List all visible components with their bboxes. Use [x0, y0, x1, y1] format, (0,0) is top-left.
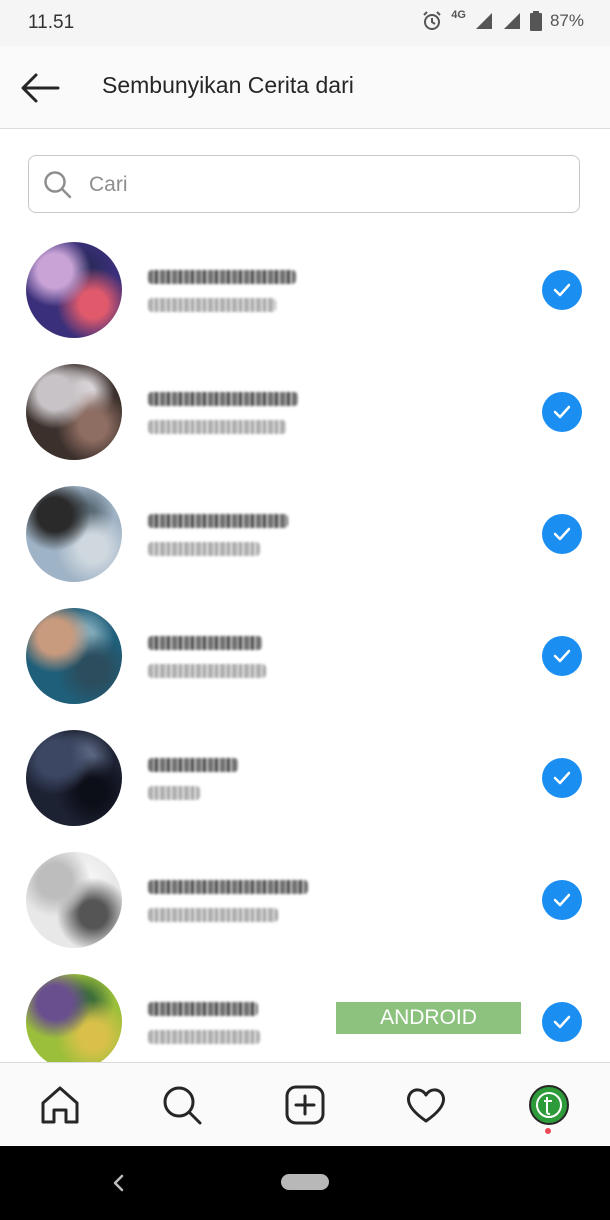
- account-avatar: [26, 852, 122, 948]
- account-row[interactable]: [0, 472, 610, 594]
- nav-new-post[interactable]: [281, 1081, 329, 1129]
- account-username-blurred: [148, 270, 296, 284]
- account-avatar: [26, 486, 122, 582]
- nav-home[interactable]: [36, 1081, 84, 1129]
- selected-checkbox[interactable]: [542, 636, 582, 676]
- new-post-icon: [285, 1085, 325, 1125]
- nav-activity[interactable]: [402, 1081, 450, 1129]
- account-username-blurred: [148, 514, 288, 528]
- account-username-blurred: [148, 636, 262, 650]
- search-input[interactable]: [87, 166, 571, 204]
- account-avatar: [26, 730, 122, 826]
- profile-avatar: [529, 1085, 569, 1125]
- account-avatar: [26, 242, 122, 338]
- checkmark-icon: [553, 405, 571, 419]
- status-bar: 11.51 4G 87%: [0, 0, 610, 46]
- account-row[interactable]: [0, 594, 610, 716]
- system-back-button[interactable]: [104, 1166, 132, 1200]
- search-icon: [163, 1086, 202, 1125]
- account-username-blurred: [148, 880, 308, 894]
- checkmark-icon: [553, 527, 571, 541]
- selected-checkbox[interactable]: [542, 880, 582, 920]
- page-title: Sembunyikan Cerita dari: [102, 72, 354, 98]
- signal-icon: [475, 13, 492, 29]
- account-username-blurred: [148, 758, 238, 772]
- account-avatar: [26, 974, 122, 1062]
- account-fullname-blurred: [148, 908, 278, 922]
- checkmark-icon: [553, 1015, 571, 1029]
- battery-percent: 87%: [549, 11, 584, 30]
- selected-checkbox[interactable]: [542, 514, 582, 554]
- bottom-nav: [0, 1062, 610, 1147]
- checkmark-icon: [553, 771, 571, 785]
- notification-dot: [545, 1128, 551, 1134]
- watermark: ANDROID HEBAT.COM: [336, 1002, 521, 1061]
- search-icon: [44, 171, 72, 199]
- account-row[interactable]: [0, 716, 610, 838]
- account-username-blurred: [148, 392, 298, 406]
- profile-logo-icon: [536, 1092, 562, 1118]
- nav-profile[interactable]: [525, 1081, 573, 1129]
- status-icons: 4G 87%: [421, 9, 584, 32]
- selected-checkbox[interactable]: [542, 270, 582, 310]
- status-time: 11.51: [28, 12, 75, 33]
- account-fullname-blurred: [148, 420, 286, 434]
- checkmark-icon: [553, 893, 571, 907]
- arrow-left-icon: [21, 73, 60, 103]
- system-nav-bar: [0, 1146, 610, 1220]
- system-home-pill[interactable]: [281, 1174, 329, 1190]
- account-row[interactable]: [0, 228, 610, 350]
- search-box[interactable]: [28, 155, 580, 213]
- network-type-label: 4G: [451, 9, 466, 21]
- account-row[interactable]: [0, 838, 610, 960]
- selected-checkbox[interactable]: [542, 1002, 582, 1042]
- account-row[interactable]: [0, 350, 610, 472]
- selected-checkbox[interactable]: [542, 392, 582, 432]
- chevron-left-icon: [113, 1174, 124, 1192]
- account-username-blurred: [148, 1002, 258, 1016]
- account-fullname-blurred: [148, 786, 200, 800]
- account-avatar: [26, 608, 122, 704]
- account-fullname-blurred: [148, 542, 260, 556]
- selected-checkbox[interactable]: [542, 758, 582, 798]
- account-fullname-blurred: [148, 298, 276, 312]
- home-icon: [41, 1086, 79, 1124]
- battery-icon: [529, 11, 542, 31]
- app-header: Sembunyikan Cerita dari: [0, 46, 610, 129]
- nav-search[interactable]: [158, 1081, 206, 1129]
- checkmark-icon: [553, 283, 571, 297]
- account-avatar: [26, 364, 122, 460]
- account-list: [0, 228, 610, 1062]
- activity-heart-icon: [407, 1088, 445, 1123]
- account-fullname-blurred: [148, 664, 266, 678]
- alarm-icon: [423, 11, 441, 30]
- checkmark-icon: [553, 649, 571, 663]
- signal-icon-2: [503, 13, 520, 29]
- back-button[interactable]: [18, 68, 62, 108]
- account-fullname-blurred: [148, 1030, 260, 1044]
